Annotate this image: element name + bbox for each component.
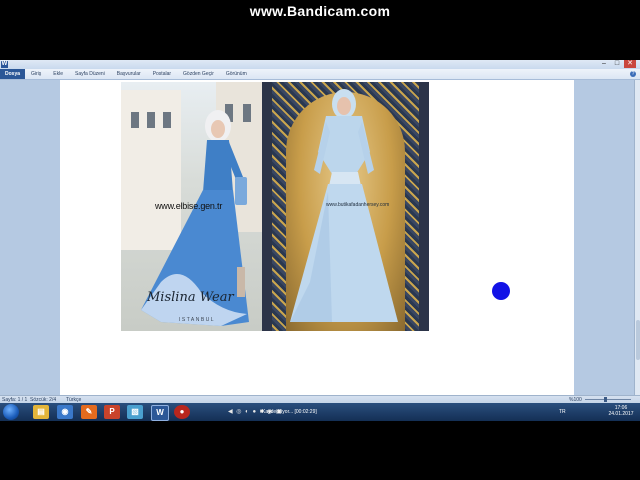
photo-website-left: www.elbise.gen.tr [155, 201, 223, 211]
powerpoint-icon[interactable]: P [104, 405, 120, 419]
explorer-folder-icon[interactable]: ▤ [33, 405, 49, 419]
scrollbar-thumb[interactable] [636, 320, 640, 360]
word-window: W – □ ✕ Dosya Giriş Ekle Sayfa Düzeni Ba… [0, 60, 640, 421]
ribbon-tabs: Dosya Giriş Ekle Sayfa Düzeni Başvurular… [0, 69, 640, 79]
taskbar: ▤ ◉ ✎ P ▧ W ● ◀ ◎ ◐ ● ■ ◉ ▣ Kaydediliyor… [0, 403, 640, 421]
close-button[interactable]: ✕ [624, 60, 636, 68]
tab-page-layout[interactable]: Sayfa Düzeni [69, 69, 111, 79]
word-taskbar-icon[interactable]: W [151, 405, 169, 421]
photo-left-panel: www.elbise.gen.tr Mislina Wear ISTANBUL [121, 82, 262, 331]
media-player-icon[interactable]: ◉ [57, 405, 73, 419]
help-icon[interactable]: ? [630, 71, 636, 77]
maximize-button[interactable]: □ [611, 60, 623, 68]
tab-file[interactable]: Dosya [0, 69, 26, 79]
word-app-icon[interactable]: W [1, 61, 8, 68]
ribbon: Dosya Giriş Ekle Sayfa Düzeni Başvurular… [0, 69, 640, 80]
bandicam-taskbar-icon[interactable]: ● [174, 405, 190, 419]
tab-mailings[interactable]: Postalar [147, 69, 177, 79]
tab-insert[interactable]: Ekle [47, 69, 69, 79]
clock-date: 24.01.2017 [608, 411, 634, 417]
tab-home[interactable]: Giriş [25, 69, 47, 79]
start-button[interactable] [3, 404, 19, 420]
bandicam-watermark: www.Bandicam.com [249, 3, 391, 19]
minimize-button[interactable]: – [598, 60, 610, 68]
photo-brand-signature: Mislina Wear [147, 290, 234, 305]
document-area: www.elbise.gen.tr Mislina Wear ISTANBUL [0, 80, 634, 395]
tray-language[interactable]: TR [559, 403, 566, 421]
picture-viewer-icon[interactable]: ▧ [127, 405, 143, 419]
paint-icon[interactable]: ✎ [81, 405, 97, 419]
cursor-highlight-dot [492, 282, 510, 300]
vertical-scrollbar[interactable] [634, 80, 640, 395]
inserted-dress-image[interactable]: www.elbise.gen.tr Mislina Wear ISTANBUL [121, 82, 429, 331]
tab-references[interactable]: Başvurular [111, 69, 147, 79]
zoom-slider[interactable] [585, 397, 631, 402]
tab-view[interactable]: Görünüm [220, 69, 253, 79]
recording-status: Kaydediliyor... [00:02:29] [262, 409, 317, 415]
photo-website-right: www.butikafadanhersey.com [326, 202, 390, 208]
tab-review[interactable]: Gözden Geçir [177, 69, 220, 79]
zoom-slider-thumb[interactable] [604, 397, 608, 402]
document-page[interactable]: www.elbise.gen.tr Mislina Wear ISTANBUL [60, 80, 574, 395]
photo-city-label: ISTANBUL [179, 317, 216, 323]
tray-clock[interactable]: 17:06 24.01.2017 [604, 405, 638, 417]
title-bar: W – □ ✕ [0, 60, 640, 69]
